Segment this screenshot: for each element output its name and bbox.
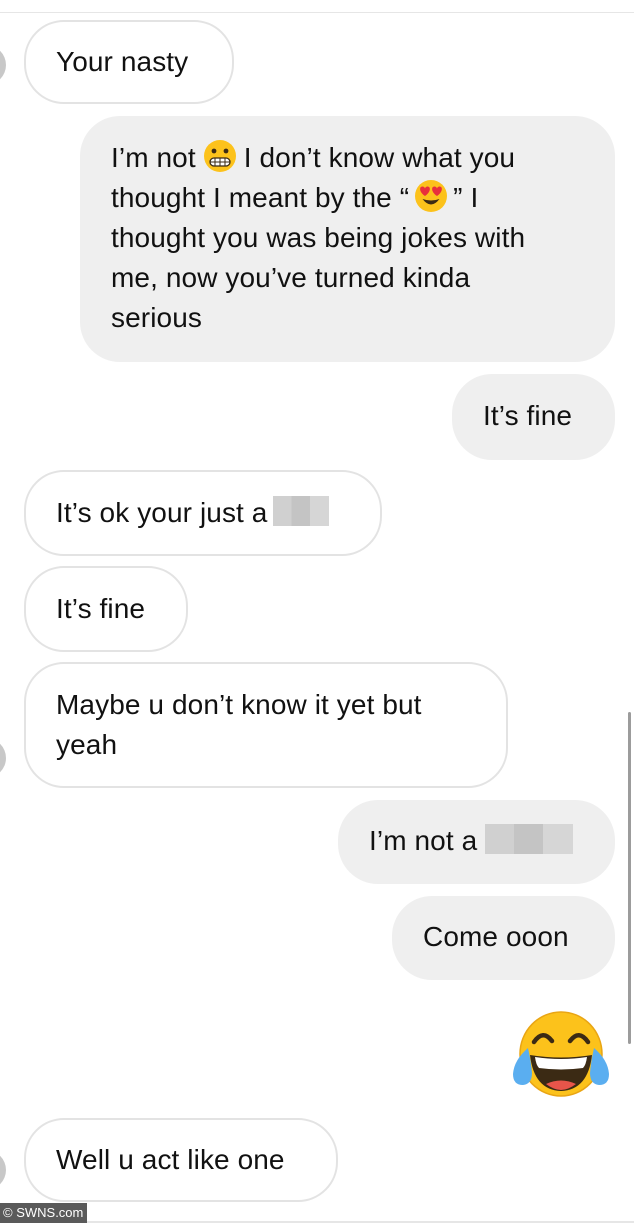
sender-avatar[interactable]: [0, 738, 6, 778]
received-message-bubble[interactable]: It’s fine: [24, 566, 188, 652]
sender-avatar[interactable]: [0, 45, 6, 85]
message-text: It’s fine: [56, 593, 146, 624]
message-text: It’s fine: [483, 400, 573, 431]
face-with-tears-of-joy-emoji-icon[interactable]: [510, 1004, 612, 1104]
message-text: ” I: [453, 182, 479, 213]
message-line: yeah: [56, 729, 118, 760]
grimacing-face-emoji-icon: [203, 140, 236, 172]
watermark-label: © SWNS.com: [0, 1203, 88, 1223]
message-text: Your nasty: [56, 46, 189, 77]
sent-message-bubble[interactable]: Come ooon: [392, 896, 615, 980]
message-text: I’m not: [111, 142, 196, 173]
message-line: me, now you’ve turned kinda: [111, 262, 471, 293]
message-line: serious: [111, 302, 202, 333]
redacted-word-blur: [273, 496, 330, 526]
message-line: I’m not I don’t know what you: [111, 138, 615, 178]
message-text: thought I meant by the “: [111, 182, 410, 213]
header-divider: [0, 12, 634, 13]
sent-message-bubble[interactable]: I’m not I don’t know what you thought I …: [80, 116, 615, 362]
message-text: Come ooon: [423, 921, 569, 952]
message-line: thought you was being jokes with: [111, 222, 526, 253]
message-line: thought I meant by the “ ” I: [111, 178, 615, 218]
scrollbar-thumb[interactable]: [628, 712, 631, 1044]
heart-eyes-emoji-icon: [415, 180, 448, 212]
message-line: Maybe u don’t know it yet but: [56, 689, 422, 720]
received-message-bubble[interactable]: It’s ok your just a: [24, 470, 382, 556]
redacted-word-blur: [485, 824, 574, 854]
message-text: Well u act like one: [56, 1144, 285, 1175]
received-message-bubble[interactable]: Maybe u don’t know it yet but yeah: [24, 662, 508, 788]
received-message-bubble[interactable]: Your nasty: [24, 20, 234, 104]
sent-message-bubble[interactable]: I’m not a: [338, 800, 615, 884]
sender-avatar[interactable]: [0, 1150, 6, 1190]
sent-message-bubble[interactable]: It’s fine: [452, 374, 615, 460]
received-message-bubble[interactable]: Well u act like one: [24, 1118, 338, 1202]
message-text: It’s ok your just a: [56, 497, 268, 528]
message-text: I’m not a: [369, 825, 478, 856]
message-text: I don’t know what you: [243, 142, 516, 173]
